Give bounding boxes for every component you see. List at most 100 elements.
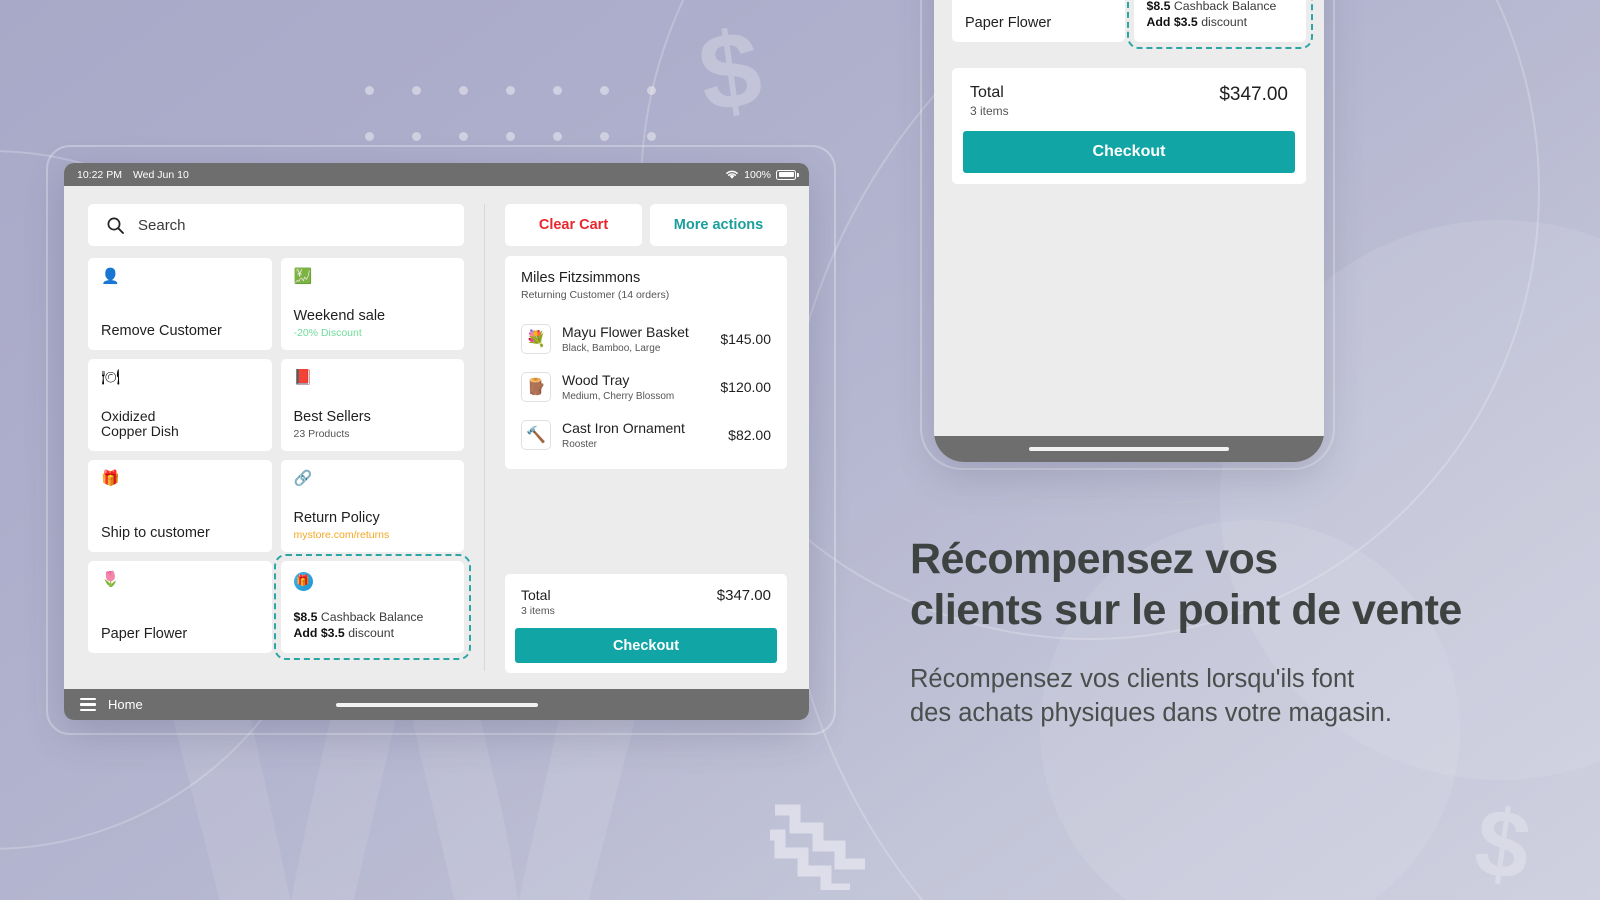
tablet-device: 10:22 PM Wed Jun 10 100% Search 👤 Remove… bbox=[64, 163, 809, 720]
cashback-line-1: $8.5 Cashback Balance bbox=[294, 609, 452, 626]
phone-tile-cashback-balance[interactable]: 🎁 $8.5 Cashback Balance Add $3.5 discoun… bbox=[1126, 0, 1313, 49]
cart-item-variant: Medium, Cherry Blossom bbox=[562, 390, 675, 402]
cart-total-row: Total 3 items $347.00 bbox=[505, 574, 787, 628]
cart-card: Miles Fitzsimmons Returning Customer (14… bbox=[505, 256, 787, 469]
phone-total-row: Total 3 items $347.00 bbox=[952, 68, 1306, 131]
phone-tile-paper-flower[interactable]: 🌷 Paper Flower bbox=[952, 0, 1125, 42]
cashback-discount-label: discount bbox=[1201, 15, 1247, 30]
cart-item-title: Cast Iron Ornament bbox=[562, 420, 685, 437]
tile-best-sellers[interactable]: 📕 Best Sellers 23 Products bbox=[280, 359, 464, 451]
cart-item-price: $82.00 bbox=[728, 427, 771, 443]
person-icon: 👤 bbox=[101, 268, 120, 285]
tile-weekend-sale[interactable]: 💹 Weekend sale -20% Discount bbox=[280, 258, 464, 350]
status-date: Wed Jun 10 bbox=[132, 168, 189, 181]
cart-action-buttons: Clear Cart More actions bbox=[505, 204, 787, 246]
nav-home-label[interactable]: Home bbox=[108, 697, 143, 712]
cast-iron-ornament-icon: 🔨 bbox=[521, 420, 551, 450]
battery-icon bbox=[776, 169, 799, 180]
phone-checkout-button[interactable]: Checkout bbox=[963, 131, 1295, 173]
headline: Récompensez vos clients sur le point de … bbox=[910, 534, 1570, 635]
tile-title: Best Sellers bbox=[293, 408, 371, 425]
cashback-line-2: Add $3.5 discount bbox=[1147, 14, 1294, 31]
cart-footer: Total 3 items $347.00 Checkout bbox=[505, 574, 787, 673]
phone-home-bar bbox=[934, 436, 1324, 462]
tile-subtitle: 23 Products bbox=[293, 428, 350, 440]
marketing-copy: Récompensez vos clients sur le point de … bbox=[910, 534, 1570, 730]
total-amount: $347.00 bbox=[1219, 84, 1288, 105]
cashback-discount-label: discount bbox=[348, 626, 394, 641]
tablet-status-bar: 10:22 PM Wed Jun 10 100% bbox=[64, 163, 809, 186]
total-label: Total bbox=[521, 587, 551, 603]
search-input[interactable]: Search bbox=[88, 204, 464, 246]
total-items-count: 3 items bbox=[970, 104, 1009, 118]
cart-item-price: $145.00 bbox=[720, 331, 771, 347]
tablet-left-panel: Search 👤 Remove Customer 💹 Weekend sale … bbox=[64, 186, 484, 689]
tile-subtitle: -20% Discount bbox=[293, 327, 362, 339]
headline-line-1: Récompensez vos bbox=[910, 535, 1278, 583]
total-amount: $347.00 bbox=[716, 587, 771, 604]
cart-item-row[interactable]: 💐 Mayu Flower Basket Black, Bamboo, Larg… bbox=[521, 315, 771, 363]
book-icon: 📕 bbox=[293, 369, 313, 386]
zigzag-decoration bbox=[770, 804, 865, 890]
battery-percent-label: 100% bbox=[744, 168, 771, 181]
tile-title: Ship to customer bbox=[101, 524, 210, 541]
cart-item-variant: Black, Bamboo, Large bbox=[562, 342, 661, 354]
link-icon: 🔗 bbox=[293, 470, 313, 487]
customer-name: Miles Fitzsimmons bbox=[521, 270, 641, 286]
subheadline-line-2: des achats physiques dans votre magasin. bbox=[910, 698, 1392, 727]
tile-remove-customer[interactable]: 👤 Remove Customer bbox=[88, 258, 272, 350]
tile-title: Paper Flower bbox=[101, 625, 188, 642]
cashback-line-1: $8.5 Cashback Balance bbox=[1147, 0, 1294, 14]
search-placeholder: Search bbox=[138, 216, 186, 234]
cutlery-icon: 🍽 bbox=[101, 369, 121, 386]
status-time: 10:22 PM bbox=[77, 168, 122, 181]
tile-title: Remove Customer bbox=[101, 322, 222, 339]
tile-subtitle: mystore.com/returns bbox=[293, 529, 390, 541]
cart-item-price: $120.00 bbox=[720, 379, 771, 395]
tile-title: Paper Flower bbox=[965, 14, 1052, 31]
discount-badge-icon: 💹 bbox=[293, 268, 313, 285]
tile-paper-flower[interactable]: 🌷 Paper Flower bbox=[88, 561, 272, 653]
dollar-sign-decoration-top: $ bbox=[691, 6, 769, 135]
checkout-button[interactable]: Checkout bbox=[515, 628, 777, 663]
cashback-amount: $8.5 bbox=[293, 609, 318, 624]
wifi-icon bbox=[726, 170, 738, 179]
customer-subtitle: Returning Customer (14 orders) bbox=[521, 289, 670, 301]
hamburger-icon[interactable] bbox=[80, 698, 96, 711]
tile-cashback-balance[interactable]: 🎁 $8.5 Cashback Balance Add $3.5 discoun… bbox=[273, 554, 471, 660]
subheadline: Récompensez vos clients lorsqu'ils font … bbox=[910, 663, 1570, 729]
total-items-count: 3 items bbox=[521, 605, 555, 617]
tile-title: Oxidized Copper Dish bbox=[101, 407, 179, 440]
tile-oxidized-copper-dish[interactable]: 🍽 Oxidized Copper Dish bbox=[88, 359, 272, 451]
gift-icon: 🎁 bbox=[101, 470, 120, 487]
search-icon bbox=[107, 217, 124, 234]
cashback-add-amount: Add $3.5 bbox=[293, 626, 345, 641]
tile-return-policy[interactable]: 🔗 Return Policy mystore.com/returns bbox=[280, 460, 464, 552]
flower-icon: 🌷 bbox=[101, 571, 120, 588]
cart-item-variant: Rooster bbox=[562, 438, 598, 450]
wood-tray-icon: 🪵 bbox=[521, 372, 551, 402]
tile-ship-to-customer[interactable]: 🎁 Ship to customer bbox=[88, 460, 272, 552]
total-label: Total bbox=[970, 84, 1004, 101]
clear-cart-button[interactable]: Clear Cart bbox=[505, 204, 642, 246]
cart-item-title: Mayu Flower Basket bbox=[562, 324, 689, 341]
cashback-label: Cashback Balance bbox=[320, 609, 424, 624]
cart-item-row[interactable]: 🪵 Wood Tray Medium, Cherry Blossom $120.… bbox=[521, 363, 771, 411]
cashback-amount: $8.5 bbox=[1146, 0, 1171, 13]
cashback-add-amount: Add $3.5 bbox=[1146, 15, 1198, 30]
tile-title: Return Policy bbox=[293, 509, 380, 526]
dollar-sign-decoration-bottom: $ bbox=[1468, 787, 1537, 900]
phone-device: 🎁 Ship to customer 🔗 Return Policy mysto… bbox=[934, 0, 1324, 462]
action-tiles-grid: 👤 Remove Customer 💹 Weekend sale -20% Di… bbox=[88, 258, 471, 660]
cart-items-list: 💐 Mayu Flower Basket Black, Bamboo, Larg… bbox=[521, 315, 771, 459]
gift-badge-icon: 🎁 bbox=[293, 572, 313, 591]
flower-basket-icon: 💐 bbox=[521, 324, 551, 354]
tablet-cart-panel: Clear Cart More actions Miles Fitzsimmon… bbox=[485, 186, 809, 689]
cashback-label: Cashback Balance bbox=[1173, 0, 1277, 13]
tile-title: Weekend sale bbox=[293, 307, 386, 324]
tablet-nav-bar: Home bbox=[64, 689, 809, 720]
more-actions-button[interactable]: More actions bbox=[650, 204, 787, 246]
cart-item-row[interactable]: 🔨 Cast Iron Ornament Rooster $82.00 bbox=[521, 411, 771, 459]
subheadline-line-1: Récompensez vos clients lorsqu'ils font bbox=[910, 665, 1355, 694]
phone-action-tiles-grid: 🎁 Ship to customer 🔗 Return Policy mysto… bbox=[952, 0, 1313, 49]
